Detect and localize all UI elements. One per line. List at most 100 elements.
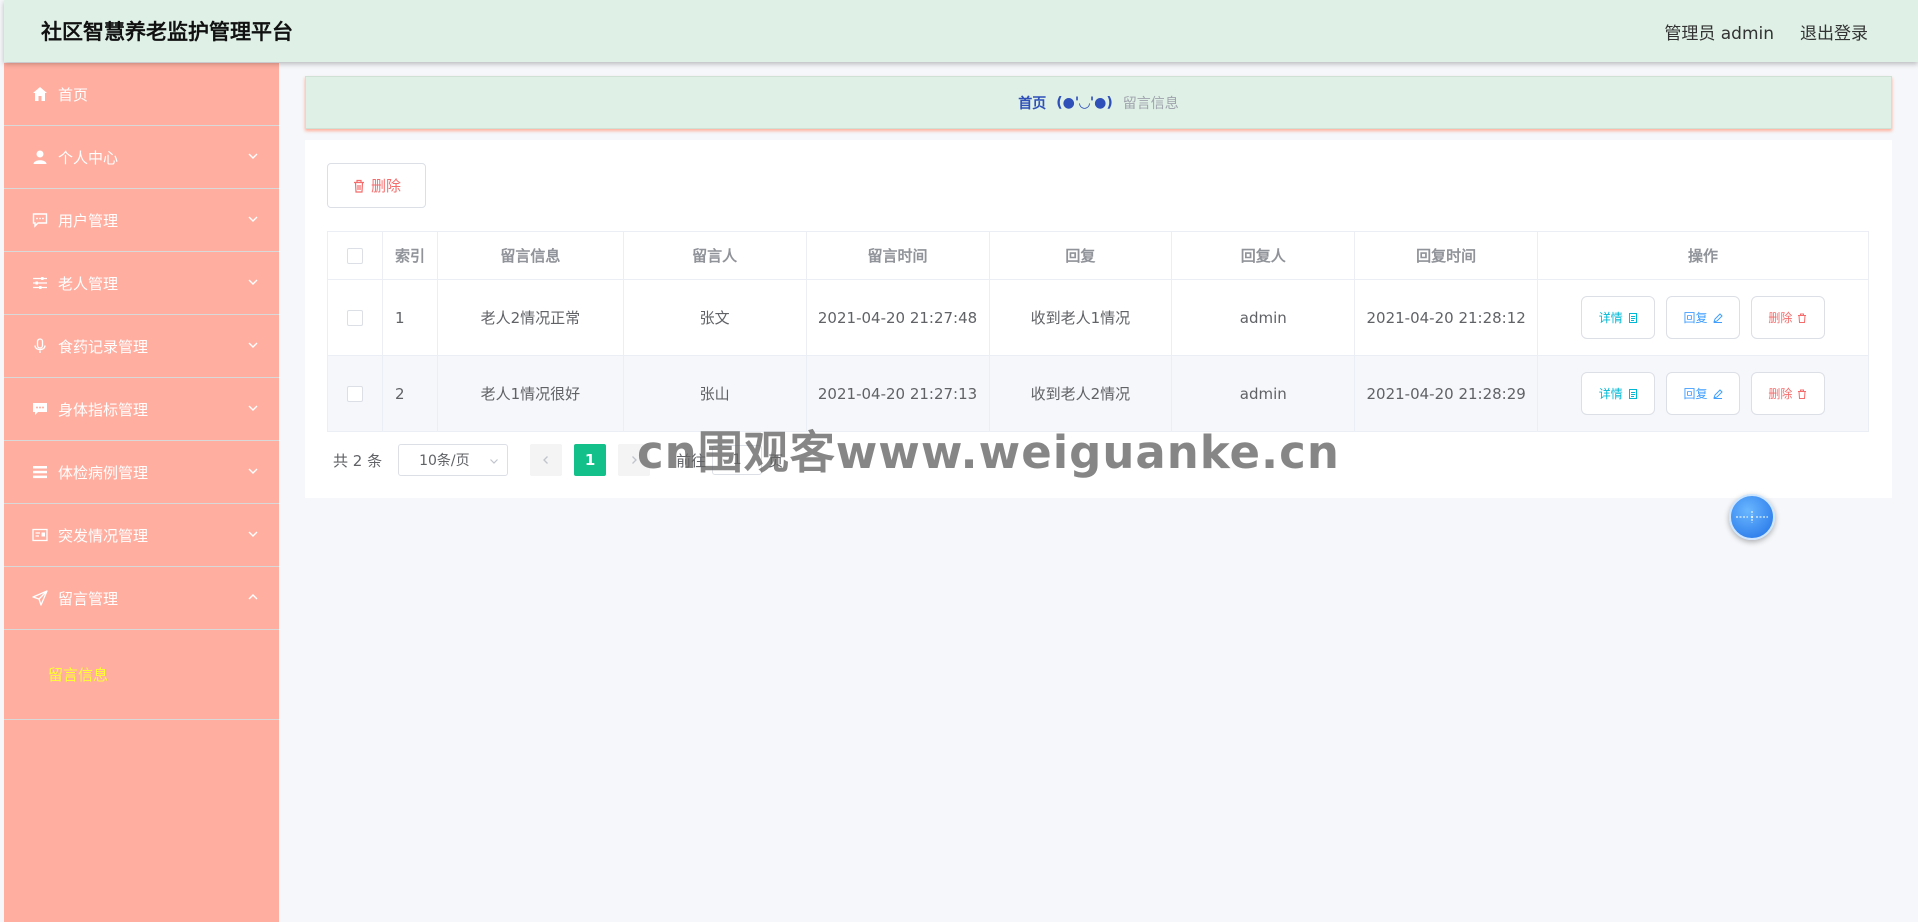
detail-button[interactable]: 详情 — [1581, 296, 1656, 339]
crosshair-icon — [1736, 511, 1768, 523]
sidebar-item-home[interactable]: 首页 — [4, 63, 279, 126]
sidebar-item-label: 身体指标管理 — [58, 400, 149, 419]
watermark: cn围观客www.weiguanke.cn — [637, 426, 1340, 479]
breadcrumb-separator: (●'◡'●) — [1056, 94, 1113, 111]
sidebar-item-emergency[interactable]: 突发情况管理 — [4, 504, 279, 567]
cell-index: 2 — [381, 355, 438, 432]
sidebar-item-label: 留言管理 — [58, 589, 119, 608]
chevron-left-icon — [543, 456, 549, 464]
logout-link[interactable]: 退出登录 — [1800, 19, 1868, 44]
sidebar-item-elderly-management[interactable]: 老人管理 — [4, 252, 279, 315]
row-select-cell — [327, 279, 383, 356]
sidebar-item-personal-center[interactable]: 个人中心 — [4, 126, 279, 189]
sidebar-item-message-management[interactable]: 留言管理 — [4, 567, 279, 630]
page-size-select[interactable]: 10条/页 — [398, 444, 509, 476]
column-header: 留言人 — [622, 231, 807, 280]
batch-delete-button[interactable]: 删除 — [327, 163, 426, 208]
cell-author: 张文 — [622, 279, 807, 356]
prev-page-button[interactable] — [530, 444, 563, 476]
column-header: 回复时间 — [1354, 231, 1539, 280]
batch-delete-label: 删除 — [370, 177, 401, 195]
reply-label: 回复 — [1683, 311, 1708, 325]
submenu-message: 留言信息 — [4, 630, 279, 720]
column-header: 回复 — [988, 231, 1173, 280]
sidebar-item-label: 突发情况管理 — [58, 526, 149, 545]
page-number-current[interactable]: 1 — [574, 444, 607, 476]
sidebar-item-label: 老人管理 — [58, 274, 119, 293]
sidebar-subitem-message-info[interactable]: 留言信息 — [48, 664, 108, 685]
column-header: 回复人 — [1171, 231, 1356, 280]
sidebar-item-user-management[interactable]: 用户管理 — [4, 189, 279, 252]
home-icon — [31, 85, 49, 103]
list-icon — [31, 463, 49, 481]
delete-button[interactable]: 删除 — [1750, 296, 1825, 339]
header-right: 管理员 admin 退出登录 — [1664, 19, 1868, 44]
reply-label: 回复 — [1683, 387, 1708, 401]
document-icon — [1628, 312, 1637, 323]
admin-label: 管理员 admin — [1664, 23, 1774, 44]
breadcrumb-home[interactable]: 首页 — [1018, 93, 1046, 113]
message-icon — [31, 400, 49, 418]
sliders-icon — [31, 274, 49, 292]
reply-button[interactable]: 回复 — [1666, 372, 1741, 415]
table-row: 1 老人2情况正常 张文 2021-04-20 21:27:48 收到老人1情况… — [327, 279, 1869, 356]
sidebar: 首页 个人中心 用户管理 老人管理 食药记录管理 身体指标管理 体检病例管理 突… — [4, 63, 279, 922]
row-select-cell — [327, 355, 383, 432]
detail-button[interactable]: 详情 — [1581, 372, 1656, 415]
column-header: 索引 — [381, 231, 438, 280]
column-header: 操作 — [1537, 231, 1869, 280]
pagination-total: 共 2 条 — [333, 451, 383, 470]
sidebar-item-body-indicators[interactable]: 身体指标管理 — [4, 378, 279, 441]
breadcrumb-current: 留言信息 — [1122, 95, 1179, 112]
chevron-down-icon — [248, 405, 258, 411]
cell-reply-time: 2021-04-20 21:28:29 — [1354, 355, 1539, 432]
row-checkbox[interactable] — [346, 386, 363, 402]
row-checkbox[interactable] — [346, 310, 363, 326]
breadcrumb: 首页 (●'◡'●) 留言信息 — [305, 76, 1892, 129]
detail-label: 详情 — [1598, 387, 1623, 401]
cell-replier: admin — [1171, 279, 1356, 356]
trash-icon — [1798, 313, 1807, 323]
chevron-up-icon — [248, 594, 258, 600]
table-header-row: 索引 留言信息 留言人 留言时间 回复 回复人 回复时间 操作 — [327, 231, 1869, 280]
trash-icon — [1798, 389, 1807, 399]
chevron-down-icon — [248, 279, 258, 285]
cell-actions: 详情 回复 删除 — [1537, 355, 1869, 432]
top-header: 社区智慧养老监护管理平台 管理员 admin 退出登录 — [4, 0, 1918, 62]
reply-button[interactable]: 回复 — [1666, 296, 1741, 339]
trash-icon — [353, 179, 364, 193]
cell-actions: 详情 回复 删除 — [1537, 279, 1869, 356]
user-icon — [31, 148, 49, 166]
chevron-down-icon — [248, 468, 258, 474]
document-icon — [1628, 388, 1637, 399]
column-header: 留言时间 — [805, 231, 990, 280]
message-table: 索引 留言信息 留言人 留言时间 回复 回复人 回复时间 操作 1 老人2情况正… — [327, 231, 1869, 432]
cell-reply: 收到老人1情况 — [988, 279, 1173, 356]
sidebar-item-label: 用户管理 — [58, 211, 119, 230]
sidebar-item-food-medicine[interactable]: 食药记录管理 — [4, 315, 279, 378]
column-header: 留言信息 — [436, 231, 624, 280]
sidebar-item-checkup-records[interactable]: 体检病例管理 — [4, 441, 279, 504]
send-icon — [31, 589, 49, 607]
detail-label: 详情 — [1598, 311, 1623, 325]
microphone-icon — [31, 337, 49, 355]
chevron-down-icon — [248, 153, 258, 159]
chevron-down-icon — [248, 342, 258, 348]
floating-assistant-button[interactable] — [1729, 494, 1775, 540]
cell-message: 老人1情况很好 — [436, 355, 624, 432]
sidebar-item-label: 首页 — [58, 85, 89, 104]
chevron-down-icon — [248, 531, 258, 537]
cell-time: 2021-04-20 21:27:48 — [805, 279, 990, 356]
edit-icon — [1712, 388, 1723, 399]
edit-icon — [1712, 312, 1723, 323]
select-all-cell — [327, 231, 383, 280]
cell-index: 1 — [381, 279, 438, 356]
sidebar-item-label: 体检病例管理 — [58, 463, 149, 482]
chevron-down-icon — [248, 216, 258, 222]
card-icon — [31, 526, 49, 544]
cell-message: 老人2情况正常 — [436, 279, 624, 356]
chevron-down-icon — [490, 459, 499, 464]
delete-button[interactable]: 删除 — [1750, 372, 1825, 415]
app-title: 社区智慧养老监护管理平台 — [41, 20, 293, 44]
select-all-checkbox[interactable] — [346, 248, 363, 264]
